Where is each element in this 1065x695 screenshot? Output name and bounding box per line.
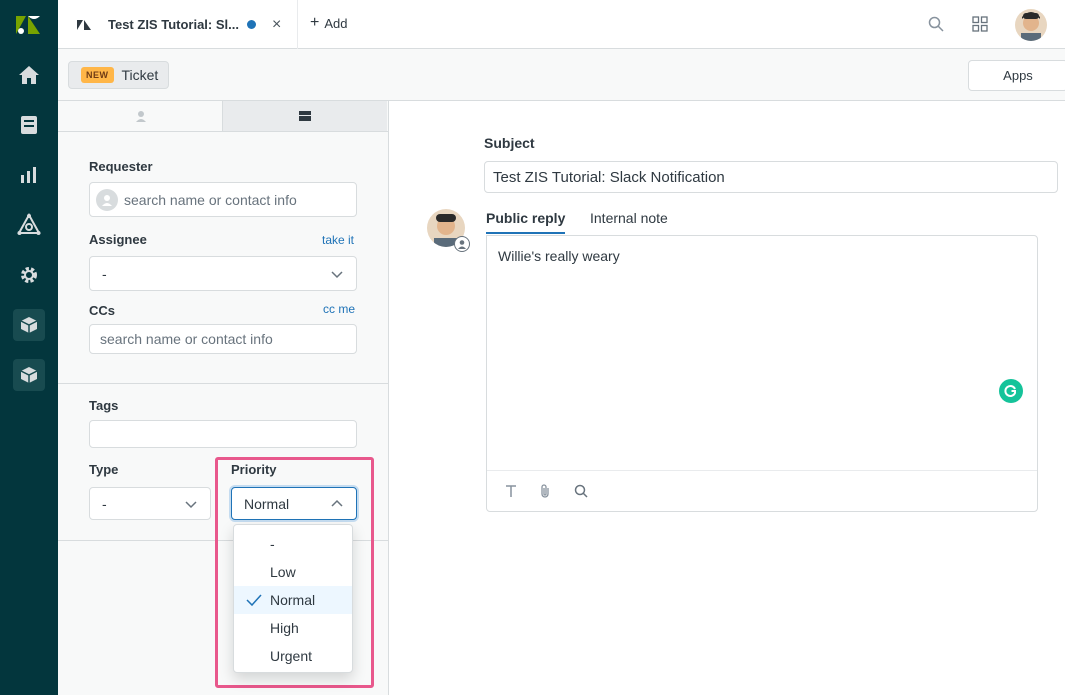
type-value: - bbox=[102, 495, 107, 512]
avatar[interactable] bbox=[1015, 9, 1047, 41]
tab-public-reply[interactable]: Public reply bbox=[486, 210, 565, 226]
tags-label: Tags bbox=[89, 398, 119, 413]
unsaved-indicator bbox=[246, 20, 256, 29]
main-nav bbox=[0, 0, 58, 695]
app-box-icon[interactable] bbox=[13, 309, 45, 341]
chevron-down-icon bbox=[331, 271, 343, 279]
editor-text: Willie's really weary bbox=[498, 248, 620, 264]
divider bbox=[58, 383, 388, 384]
ccs-label: CCs bbox=[89, 303, 116, 318]
active-tab-indicator bbox=[486, 232, 565, 234]
grammarly-icon[interactable] bbox=[999, 379, 1023, 403]
user-icon bbox=[96, 188, 118, 211]
take-it-link[interactable]: take it bbox=[322, 233, 354, 247]
tab-ticket[interactable] bbox=[222, 101, 387, 131]
subject-input[interactable]: Test ZIS Tutorial: Slack Notification bbox=[484, 161, 1058, 193]
assignee-select[interactable]: - bbox=[89, 256, 357, 291]
requester-placeholder: search name or contact info bbox=[124, 191, 297, 208]
add-label: Add bbox=[324, 15, 348, 31]
option-label: High bbox=[270, 620, 299, 636]
user-icon bbox=[454, 236, 470, 252]
ccs-placeholder: search name or contact info bbox=[100, 331, 273, 347]
apps-button[interactable]: Apps bbox=[968, 60, 1065, 91]
zendesk-logo bbox=[77, 19, 91, 30]
attachment-icon[interactable] bbox=[539, 483, 551, 499]
tab-title: Test ZIS Tutorial: Sl... bbox=[108, 17, 239, 32]
subject-label: Subject bbox=[484, 135, 535, 151]
add-button[interactable]: + Add bbox=[310, 15, 347, 31]
user-icon bbox=[135, 111, 146, 122]
option-label: Low bbox=[270, 564, 296, 580]
ticket-label: Ticket bbox=[121, 67, 159, 83]
ccs-field[interactable]: search name or contact info bbox=[89, 324, 357, 354]
admin-icon[interactable] bbox=[13, 209, 45, 241]
ticket-tab[interactable]: Test ZIS Tutorial: Sl... × bbox=[58, 0, 298, 49]
cc-me-link[interactable]: cc me bbox=[323, 302, 355, 316]
ticket-breadcrumb[interactable]: NEW Ticket bbox=[68, 61, 170, 89]
reporting-icon[interactable] bbox=[13, 159, 45, 191]
priority-option-normal[interactable]: Normal bbox=[234, 586, 352, 614]
chevron-down-icon bbox=[185, 501, 197, 509]
priority-dropdown-menu: - Low Normal High Urgent bbox=[233, 524, 353, 673]
type-select[interactable]: - bbox=[89, 487, 211, 520]
priority-option-urgent[interactable]: Urgent bbox=[234, 642, 352, 670]
text-format-icon[interactable] bbox=[505, 484, 517, 498]
ticket-icon bbox=[299, 111, 311, 121]
editor-toolbar bbox=[487, 470, 1037, 511]
option-label: Normal bbox=[270, 592, 316, 608]
products-grid-icon[interactable] bbox=[972, 16, 988, 35]
type-label: Type bbox=[89, 462, 119, 477]
close-icon[interactable]: × bbox=[272, 16, 281, 34]
assignee-value: - bbox=[102, 265, 107, 282]
priority-option-high[interactable]: High bbox=[234, 614, 352, 642]
reply-editor[interactable]: Willie's really weary bbox=[486, 235, 1038, 512]
requester-field[interactable]: search name or contact info bbox=[89, 182, 357, 217]
tab-user[interactable] bbox=[58, 101, 223, 131]
priority-option-low[interactable]: Low bbox=[234, 558, 352, 586]
tab-internal-note[interactable]: Internal note bbox=[590, 210, 668, 226]
status-badge: NEW bbox=[81, 67, 114, 83]
plus-icon: + bbox=[310, 14, 320, 31]
assignee-label: Assignee bbox=[89, 232, 147, 247]
top-bar: Test ZIS Tutorial: Sl... × + Add bbox=[58, 0, 1065, 49]
option-label: Urgent bbox=[270, 648, 313, 664]
home-icon[interactable] bbox=[13, 59, 45, 91]
check-icon bbox=[246, 594, 262, 607]
zendesk-logo[interactable] bbox=[14, 12, 42, 38]
option-label: - bbox=[270, 536, 275, 552]
panel-tabs bbox=[58, 101, 388, 132]
app-box-icon[interactable] bbox=[13, 359, 45, 391]
tags-field[interactable] bbox=[89, 420, 357, 448]
knowledge-search-icon[interactable] bbox=[574, 484, 588, 498]
requester-label: Requester bbox=[89, 159, 153, 174]
search-icon[interactable] bbox=[928, 16, 944, 35]
priority-option-none[interactable]: - bbox=[234, 530, 352, 558]
ticket-header: NEW Ticket Apps bbox=[58, 49, 1065, 101]
settings-icon[interactable] bbox=[13, 259, 45, 291]
views-icon[interactable] bbox=[13, 109, 45, 141]
